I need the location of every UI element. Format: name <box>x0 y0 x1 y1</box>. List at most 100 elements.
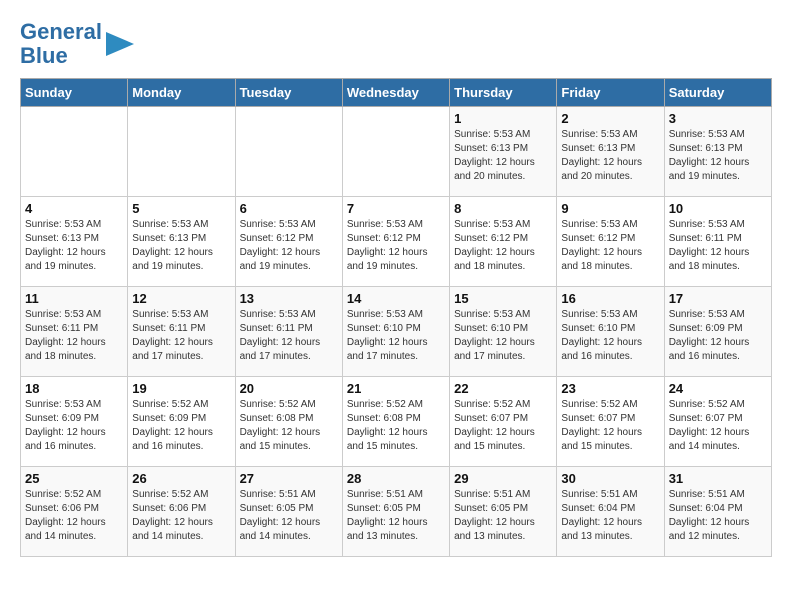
day-info: Sunrise: 5:52 AMSunset: 6:07 PMDaylight:… <box>561 398 659 454</box>
calendar-cell: 18Sunrise: 5:53 AMSunset: 6:09 PMDayligh… <box>21 377 128 467</box>
day-info: Sunrise: 5:53 AMSunset: 6:12 PMDaylight:… <box>561 218 659 274</box>
calendar-cell: 28 Sunrise: 5:51 AMSunset: 6:05 PMDayligh… <box>342 467 449 557</box>
page-header: General Blue <box>20 20 772 68</box>
day-info: Sunrise: 5:51 AMSunset: 6:05 PMDaylight:… <box>454 488 552 544</box>
day-info: Sunrise: 5:51 AMSunset: 6:04 PMDaylight:… <box>561 488 659 544</box>
calendar-week-5: 25 Sunrise: 5:52 AMSunset: 6:06 PMDayligh… <box>21 467 772 557</box>
calendar-cell: 20 Sunrise: 5:52 AMSunset: 6:08 PMDayligh… <box>235 377 342 467</box>
calendar-week-4: 18Sunrise: 5:53 AMSunset: 6:09 PMDayligh… <box>21 377 772 467</box>
calendar-cell: 19 Sunrise: 5:52 AMSunset: 6:09 PMDayligh… <box>128 377 235 467</box>
calendar-cell: 17 Sunrise: 5:53 AMSunset: 6:09 PMDayligh… <box>664 287 771 377</box>
calendar-cell: 3 Sunrise: 5:53 AMSunset: 6:13 PMDaylight… <box>664 107 771 197</box>
calendar-week-2: 4 Sunrise: 5:53 AMSunset: 6:13 PMDaylight… <box>21 197 772 287</box>
day-info: Sunrise: 5:53 AMSunset: 6:09 PMDaylight:… <box>669 308 767 364</box>
calendar-cell: 4 Sunrise: 5:53 AMSunset: 6:13 PMDaylight… <box>21 197 128 287</box>
day-number: 25 <box>25 471 123 486</box>
calendar-cell: 15 Sunrise: 5:53 AMSunset: 6:10 PMDayligh… <box>450 287 557 377</box>
weekday-header-friday: Friday <box>557 79 664 107</box>
weekday-header-tuesday: Tuesday <box>235 79 342 107</box>
calendar-cell: 31 Sunrise: 5:51 AMSunset: 6:04 PMDayligh… <box>664 467 771 557</box>
calendar-cell: 26 Sunrise: 5:52 AMSunset: 6:06 PMDayligh… <box>128 467 235 557</box>
day-info: Sunrise: 5:52 AMSunset: 6:06 PMDaylight:… <box>132 488 230 544</box>
logo: General Blue <box>20 20 134 68</box>
day-info: Sunrise: 5:53 AMSunset: 6:13 PMDaylight:… <box>132 218 230 274</box>
calendar-cell: 29 Sunrise: 5:51 AMSunset: 6:05 PMDayligh… <box>450 467 557 557</box>
calendar-cell: 6 Sunrise: 5:53 AMSunset: 6:12 PMDaylight… <box>235 197 342 287</box>
day-info: Sunrise: 5:53 AMSunset: 6:13 PMDaylight:… <box>25 218 123 274</box>
calendar-cell: 9 Sunrise: 5:53 AMSunset: 6:12 PMDaylight… <box>557 197 664 287</box>
calendar-cell: 22 Sunrise: 5:52 AMSunset: 6:07 PMDayligh… <box>450 377 557 467</box>
calendar-cell: 1Sunrise: 5:53 AMSunset: 6:13 PMDaylight… <box>450 107 557 197</box>
calendar-cell: 25 Sunrise: 5:52 AMSunset: 6:06 PMDayligh… <box>21 467 128 557</box>
calendar-cell <box>235 107 342 197</box>
day-info: Sunrise: 5:53 AMSunset: 6:10 PMDaylight:… <box>454 308 552 364</box>
day-info: Sunrise: 5:53 AMSunset: 6:12 PMDaylight:… <box>240 218 338 274</box>
day-number: 23 <box>561 381 659 396</box>
calendar-cell: 16 Sunrise: 5:53 AMSunset: 6:10 PMDayligh… <box>557 287 664 377</box>
calendar-cell: 30Sunrise: 5:51 AMSunset: 6:04 PMDayligh… <box>557 467 664 557</box>
calendar-cell: 24 Sunrise: 5:52 AMSunset: 6:07 PMDayligh… <box>664 377 771 467</box>
day-info: Sunrise: 5:52 AMSunset: 6:06 PMDaylight:… <box>25 488 123 544</box>
weekday-header-saturday: Saturday <box>664 79 771 107</box>
calendar-week-1: 1 Sunrise: 5:53 AMSunset: 6:13 PMDaylight… <box>21 107 772 197</box>
day-info: Sunrise: 5:53 AMSunset: 6:10 PMDaylight:… <box>561 308 659 364</box>
calendar-cell: 11 Sunrise: 5:53 AMSunset: 6:11 PMDayligh… <box>21 287 128 377</box>
day-number: 26 <box>132 471 230 486</box>
day-number: 19 <box>132 381 230 396</box>
day-info: Sunrise: 5:53 AMSunset: 6:13 PMDaylight:… <box>669 128 767 184</box>
day-info: Sunrise: 5:53 AMSunset: 6:11 PMDaylight:… <box>669 218 767 274</box>
day-number: 17 <box>669 291 767 306</box>
day-number: 20 <box>240 381 338 396</box>
day-number: 16 <box>561 291 659 306</box>
day-info: Sunrise: 5:52 AMSunset: 6:08 PMDaylight:… <box>240 398 338 454</box>
weekday-header-row: SundayMondayTuesdayWednesdayThursdayFrid… <box>21 79 772 107</box>
day-number: 14 <box>347 291 445 306</box>
calendar-cell: 5 Sunrise: 5:53 AMSunset: 6:13 PMDaylight… <box>128 197 235 287</box>
day-info: Sunrise: 5:53 AMSunset: 6:13 PMDaylight:… <box>561 128 659 184</box>
day-number: 8 <box>454 201 552 216</box>
day-info: Sunrise: 5:52 AMSunset: 6:07 PMDaylight:… <box>669 398 767 454</box>
logo-icon <box>106 32 134 56</box>
weekday-header-sunday: Sunday <box>21 79 128 107</box>
day-number: 2 <box>561 111 659 126</box>
day-number: 5 <box>132 201 230 216</box>
calendar-cell <box>128 107 235 197</box>
day-number: 29 <box>454 471 552 486</box>
calendar-cell: 21Sunrise: 5:52 AMSunset: 6:08 PMDayligh… <box>342 377 449 467</box>
day-number: 13 <box>240 291 338 306</box>
day-number: 11 <box>25 291 123 306</box>
day-info: Sunrise: 5:53 AMSunset: 6:10 PMDaylight:… <box>347 308 445 364</box>
day-info: Sunrise: 5:53 AMSunset: 6:11 PMDaylight:… <box>25 308 123 364</box>
day-info: Sunrise: 5:51 AMSunset: 6:04 PMDaylight:… <box>669 488 767 544</box>
day-info: Sunrise: 5:51 AMSunset: 6:05 PMDaylight:… <box>347 488 445 544</box>
calendar-cell: 2 Sunrise: 5:53 AMSunset: 6:13 PMDaylight… <box>557 107 664 197</box>
day-number: 15 <box>454 291 552 306</box>
weekday-header-monday: Monday <box>128 79 235 107</box>
day-number: 10 <box>669 201 767 216</box>
day-number: 4 <box>25 201 123 216</box>
day-number: 6 <box>240 201 338 216</box>
day-info: Sunrise: 5:52 AMSunset: 6:08 PMDaylight:… <box>347 398 445 454</box>
day-number: 12 <box>132 291 230 306</box>
day-number: 24 <box>669 381 767 396</box>
calendar-cell: 7Sunrise: 5:53 AMSunset: 6:12 PMDaylight… <box>342 197 449 287</box>
calendar-cell: 12 Sunrise: 5:53 AMSunset: 6:11 PMDayligh… <box>128 287 235 377</box>
day-info: Sunrise: 5:52 AMSunset: 6:07 PMDaylight:… <box>454 398 552 454</box>
weekday-header-wednesday: Wednesday <box>342 79 449 107</box>
calendar-cell: 10 Sunrise: 5:53 AMSunset: 6:11 PMDayligh… <box>664 197 771 287</box>
day-number: 1 <box>454 111 552 126</box>
day-number: 22 <box>454 381 552 396</box>
day-number: 3 <box>669 111 767 126</box>
calendar-cell: 8Sunrise: 5:53 AMSunset: 6:12 PMDaylight… <box>450 197 557 287</box>
day-number: 9 <box>561 201 659 216</box>
calendar-cell: 23 Sunrise: 5:52 AMSunset: 6:07 PMDayligh… <box>557 377 664 467</box>
calendar-cell: 27Sunrise: 5:51 AMSunset: 6:05 PMDayligh… <box>235 467 342 557</box>
day-number: 28 <box>347 471 445 486</box>
calendar-cell <box>21 107 128 197</box>
day-info: Sunrise: 5:52 AMSunset: 6:09 PMDaylight:… <box>132 398 230 454</box>
day-info: Sunrise: 5:51 AMSunset: 6:05 PMDaylight:… <box>240 488 338 544</box>
day-info: Sunrise: 5:53 AMSunset: 6:11 PMDaylight:… <box>132 308 230 364</box>
logo-text: General Blue <box>20 20 102 68</box>
calendar-table: SundayMondayTuesdayWednesdayThursdayFrid… <box>20 78 772 557</box>
day-number: 31 <box>669 471 767 486</box>
